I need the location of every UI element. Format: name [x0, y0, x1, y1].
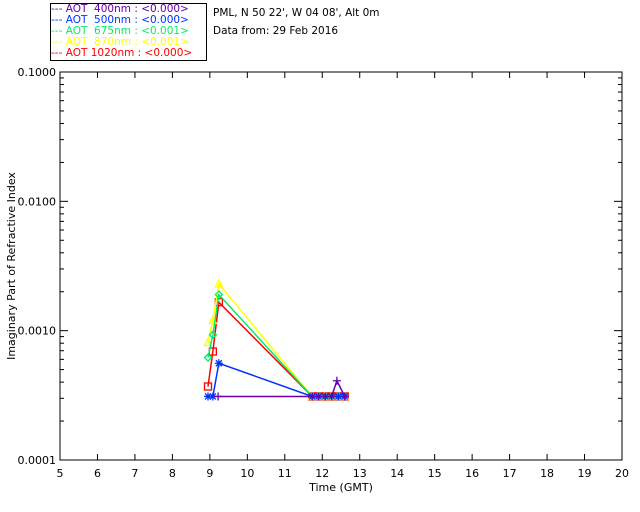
x-tick-label: 14	[390, 467, 404, 480]
x-axis-label: Time (GMT)	[308, 481, 373, 494]
series-line	[207, 282, 345, 398]
x-tick-label: 15	[428, 467, 442, 480]
x-tick-label: 10	[240, 467, 254, 480]
x-tick-label: 7	[131, 467, 138, 480]
series-line	[207, 292, 345, 398]
series-aot-870nm	[203, 278, 350, 401]
x-tick-label: 20	[615, 467, 629, 480]
y-axis-label: Imaginary Part of Refractive Index	[5, 172, 18, 360]
series-aot-1020nm	[203, 298, 349, 401]
chart: 5 6 7 8 9 10 11 12 13 14 15 16 17 18 19 20 0.0001 0.0010 0…	[5, 66, 629, 494]
y-tick-label: 0.0100	[18, 195, 57, 208]
x-tick-label: 11	[278, 467, 292, 480]
plot-frame	[59, 71, 623, 461]
y-tick-label: 0.1000	[18, 66, 57, 79]
data-point	[214, 359, 223, 368]
x-tick-label: 18	[540, 467, 554, 480]
x-tick-label: 13	[353, 467, 367, 480]
x-tick-label: 5	[57, 467, 64, 480]
x-tick-label: 17	[503, 467, 517, 480]
series-aot-400nm	[214, 376, 349, 401]
x-tick-label: 19	[578, 467, 592, 480]
series-line	[207, 362, 345, 398]
x-tick-label: 9	[206, 467, 213, 480]
x-tick-label: 6	[94, 467, 101, 480]
series-aot-500nm	[203, 359, 349, 401]
data-point	[332, 376, 341, 385]
x-tick-label: 16	[465, 467, 479, 480]
series-line	[207, 300, 345, 398]
x-tick-label: 12	[315, 467, 329, 480]
y-tick-label: 0.0001	[18, 454, 57, 467]
x-tick-label: 8	[169, 467, 176, 480]
y-tick-label: 0.0010	[18, 325, 57, 338]
